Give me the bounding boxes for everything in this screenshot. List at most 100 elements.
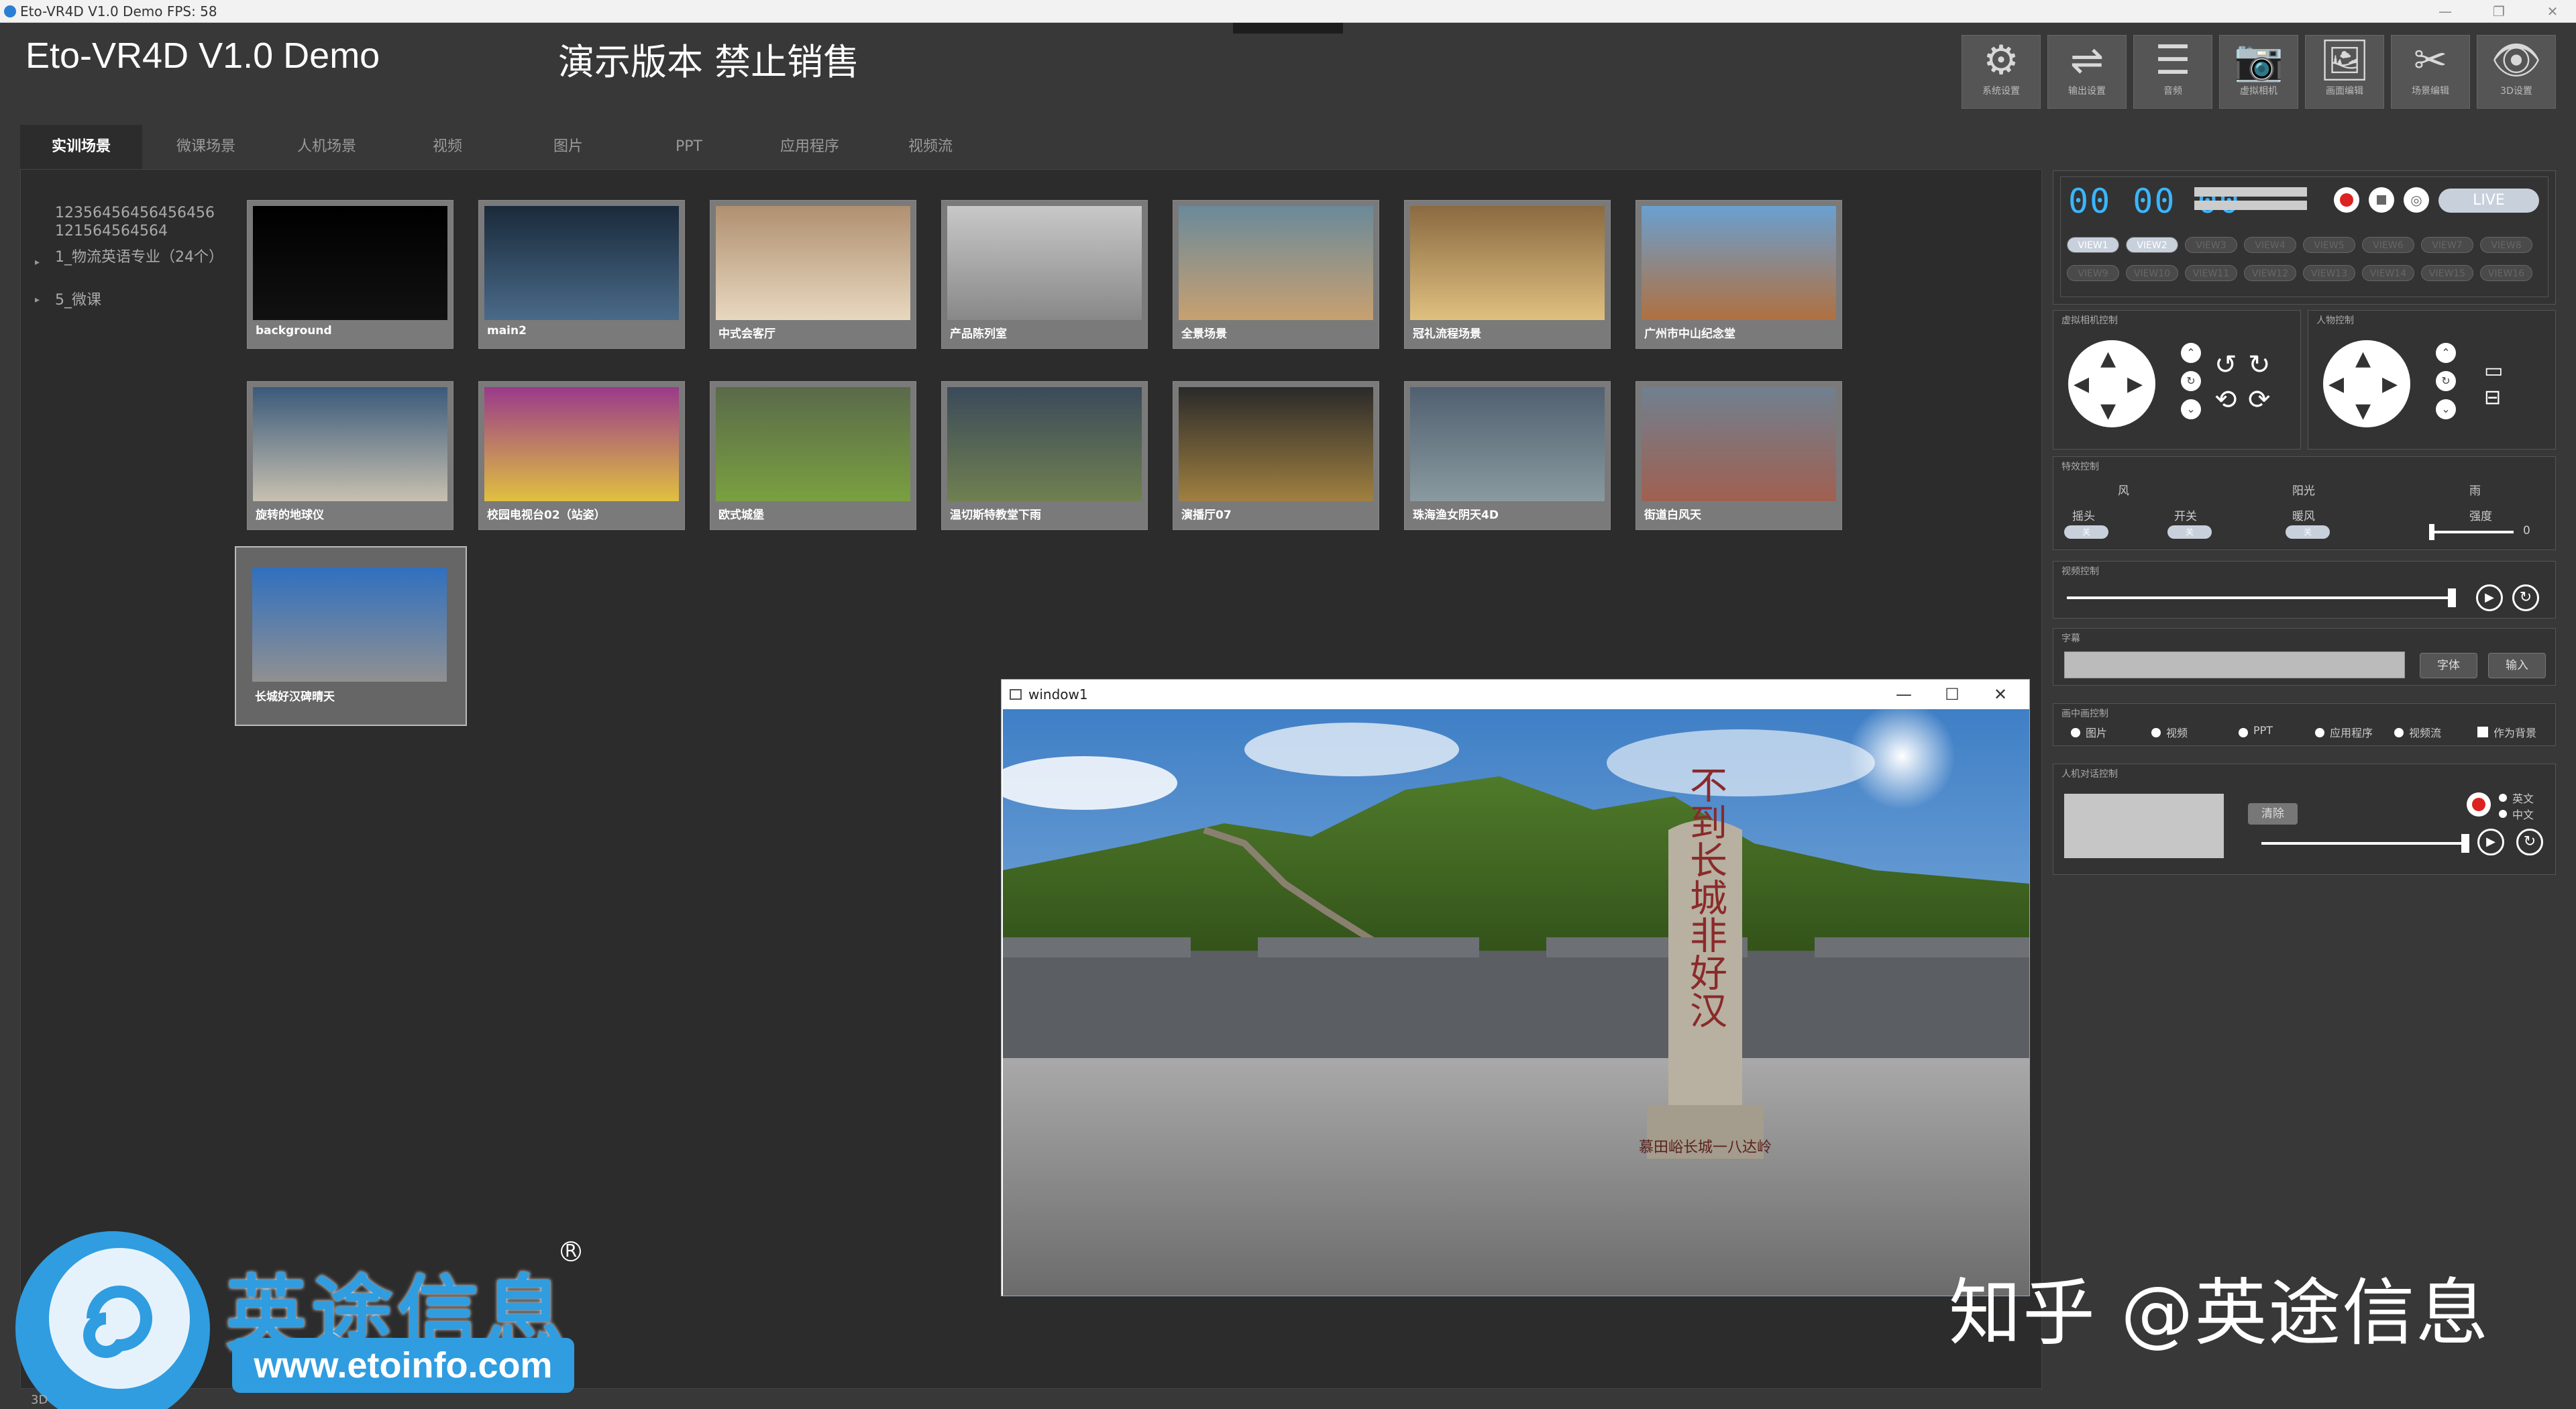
caption-input-button[interactable]: 输入 xyxy=(2488,653,2546,678)
view-button[interactable]: VIEW16 xyxy=(2480,265,2532,281)
scene-thumbnail[interactable]: 产品陈列室 xyxy=(941,200,1148,349)
minimize-button[interactable]: — xyxy=(1880,680,1927,709)
toolbar-button-1[interactable]: ⇌ 输出设置 xyxy=(2047,35,2127,109)
caption-input[interactable] xyxy=(2064,651,2405,678)
view-button[interactable]: VIEW4 xyxy=(2244,237,2296,253)
view-button[interactable]: VIEW1 xyxy=(2067,237,2119,253)
scene-thumbnail[interactable]: 长城好汉碑晴天 xyxy=(235,546,467,726)
up-icon[interactable]: ⌃ xyxy=(2436,343,2456,363)
scene-thumbnail[interactable]: 全景场景 xyxy=(1173,200,1379,349)
pip-radio[interactable] xyxy=(2239,728,2248,737)
replay-icon[interactable]: ↻ xyxy=(2512,584,2539,611)
live-button[interactable]: LIVE xyxy=(2438,189,2539,213)
scene-thumbnail[interactable]: 街道白风天 xyxy=(1635,381,1842,530)
view-button[interactable]: VIEW7 xyxy=(2421,237,2473,253)
drag-handle[interactable] xyxy=(1233,23,1343,34)
tree-root[interactable]: 12356456456456456121564564564 xyxy=(55,204,223,240)
tab-1[interactable]: 微课场景 xyxy=(145,125,267,169)
tab-7[interactable]: 视频流 xyxy=(869,125,991,169)
view-button[interactable]: VIEW10 xyxy=(2126,265,2178,281)
replay-icon[interactable]: ↻ xyxy=(2516,829,2543,855)
view-button[interactable]: VIEW12 xyxy=(2244,265,2296,281)
pitch-up-icon[interactable]: ⟲ xyxy=(2214,384,2237,415)
pitch-down-icon[interactable]: ⟳ xyxy=(2248,384,2271,415)
view-button[interactable]: VIEW6 xyxy=(2362,237,2414,253)
rotate-left-icon[interactable]: ↺ xyxy=(2214,350,2237,380)
stop-button[interactable] xyxy=(2369,187,2394,213)
view-button[interactable]: VIEW8 xyxy=(2480,237,2532,253)
scene-thumbnail[interactable]: 广州市中山纪念堂 xyxy=(1635,200,1842,349)
camera-dpad[interactable]: ▲ ▼ ◀ ▶ xyxy=(2068,340,2155,427)
screen-icon[interactable]: ▭ xyxy=(2484,359,2503,382)
toolbar-button-5[interactable]: ✂ 场景编辑 xyxy=(2391,35,2470,109)
tree-item-logistics[interactable]: 1_物流英语专业（24个） xyxy=(55,248,223,266)
scene-thumbnail[interactable]: background xyxy=(247,200,453,349)
snapshot-icon[interactable]: ◎ xyxy=(2404,187,2429,213)
down-icon[interactable]: ⌄ xyxy=(2436,399,2456,419)
scene-thumbnail[interactable]: 珠海渔女阴天4D xyxy=(1404,381,1611,530)
toolbar-button-6[interactable]: 👁 3D设置 xyxy=(2477,35,2556,109)
maximize-button[interactable]: ☐ xyxy=(1929,680,1976,709)
scene-thumbnail[interactable]: 校园电视台02（站姿） xyxy=(478,381,685,530)
scene-thumbnail[interactable]: 冠礼流程场景 xyxy=(1404,200,1611,349)
shake-toggle[interactable]: 关 xyxy=(2064,525,2108,539)
scene-thumbnail[interactable]: 旋转的地球仪 xyxy=(247,381,453,530)
view-button[interactable]: VIEW3 xyxy=(2185,237,2237,253)
reset-icon[interactable]: ↻ xyxy=(2436,371,2456,391)
tree-item-microcourse[interactable]: 5_微课 xyxy=(55,291,223,309)
tab-2[interactable]: 人机场景 xyxy=(266,125,388,169)
expand-arrow-icon[interactable]: ▸ xyxy=(35,254,40,272)
as-background-checkbox[interactable] xyxy=(2477,727,2488,737)
dialog-slider[interactable] xyxy=(2261,834,2469,853)
video-progress-slider[interactable] xyxy=(2067,588,2456,607)
tab-6[interactable]: 应用程序 xyxy=(749,125,871,169)
minimize-button[interactable]: — xyxy=(2422,0,2469,23)
tab-3[interactable]: 视频 xyxy=(386,125,508,169)
zoom-up-icon[interactable]: ⌃ xyxy=(2181,343,2201,363)
pip-radio[interactable] xyxy=(2315,728,2324,737)
pip-radio[interactable] xyxy=(2394,728,2404,737)
view-button[interactable]: VIEW5 xyxy=(2303,237,2355,253)
play-icon[interactable]: ▶ xyxy=(2476,584,2503,611)
person-dpad[interactable]: ▲ ▼ ◀ ▶ xyxy=(2323,340,2410,427)
scene-thumbnail[interactable]: 中式会客厅 xyxy=(710,200,916,349)
view-button[interactable]: VIEW14 xyxy=(2362,265,2414,281)
view-button[interactable]: VIEW15 xyxy=(2421,265,2473,281)
view-button[interactable]: VIEW2 xyxy=(2126,237,2178,253)
tab-5[interactable]: PPT xyxy=(628,125,750,169)
rotate-right-icon[interactable]: ↻ xyxy=(2248,350,2271,380)
toolbar-button-4[interactable]: 🖼 画面编辑 xyxy=(2305,35,2384,109)
warm-wind-toggle[interactable]: 关 xyxy=(2286,525,2330,539)
tab-4[interactable]: 图片 xyxy=(507,125,629,169)
scene-thumbnail[interactable]: 欧式城堡 xyxy=(710,381,916,530)
tab-0[interactable]: 实训场景 xyxy=(20,125,142,169)
expand-arrow-icon[interactable]: ▸ xyxy=(35,291,40,309)
scene-thumbnail[interactable]: 演播厅07 xyxy=(1173,381,1379,530)
clear-button[interactable]: 清除 xyxy=(2248,803,2298,825)
dialog-record-button[interactable] xyxy=(2467,792,2491,817)
close-button[interactable]: ✕ xyxy=(1977,680,2024,709)
pip-radio[interactable] xyxy=(2151,728,2161,737)
maximize-button[interactable]: ❐ xyxy=(2475,0,2522,23)
toolbar-button-2[interactable]: ☰ 音频 xyxy=(2133,35,2212,109)
strength-slider[interactable] xyxy=(2429,524,2514,540)
reset-icon[interactable]: ↻ xyxy=(2181,371,2201,391)
switch-toggle[interactable]: 关 xyxy=(2167,525,2212,539)
chinese-radio[interactable] xyxy=(2499,810,2507,818)
record-button[interactable] xyxy=(2334,187,2359,213)
font-button[interactable]: 字体 xyxy=(2420,653,2477,678)
view-button[interactable]: VIEW11 xyxy=(2185,265,2237,281)
view-button[interactable]: VIEW9 xyxy=(2067,265,2119,281)
screen-split-icon[interactable]: ⊟ xyxy=(2484,386,2501,409)
pip-radio[interactable] xyxy=(2071,728,2080,737)
view-button[interactable]: VIEW13 xyxy=(2303,265,2355,281)
scene-thumbnail[interactable]: main2 xyxy=(478,200,685,349)
preview-window-titlebar[interactable]: window1 — ☐ ✕ xyxy=(1002,680,2029,709)
preview-window[interactable]: window1 — ☐ ✕ 慕田峪长城一八达岭 不到长城非好汉 xyxy=(1001,679,2030,1296)
zoom-down-icon[interactable]: ⌄ xyxy=(2181,399,2201,419)
play-icon[interactable]: ▶ xyxy=(2477,829,2504,855)
toolbar-button-0[interactable]: ⚙ 系统设置 xyxy=(1962,35,2041,109)
toolbar-button-3[interactable]: 📷 虚拟相机 xyxy=(2219,35,2298,109)
scene-thumbnail[interactable]: 温切斯特教堂下雨 xyxy=(941,381,1148,530)
close-button[interactable]: ✕ xyxy=(2529,0,2576,23)
